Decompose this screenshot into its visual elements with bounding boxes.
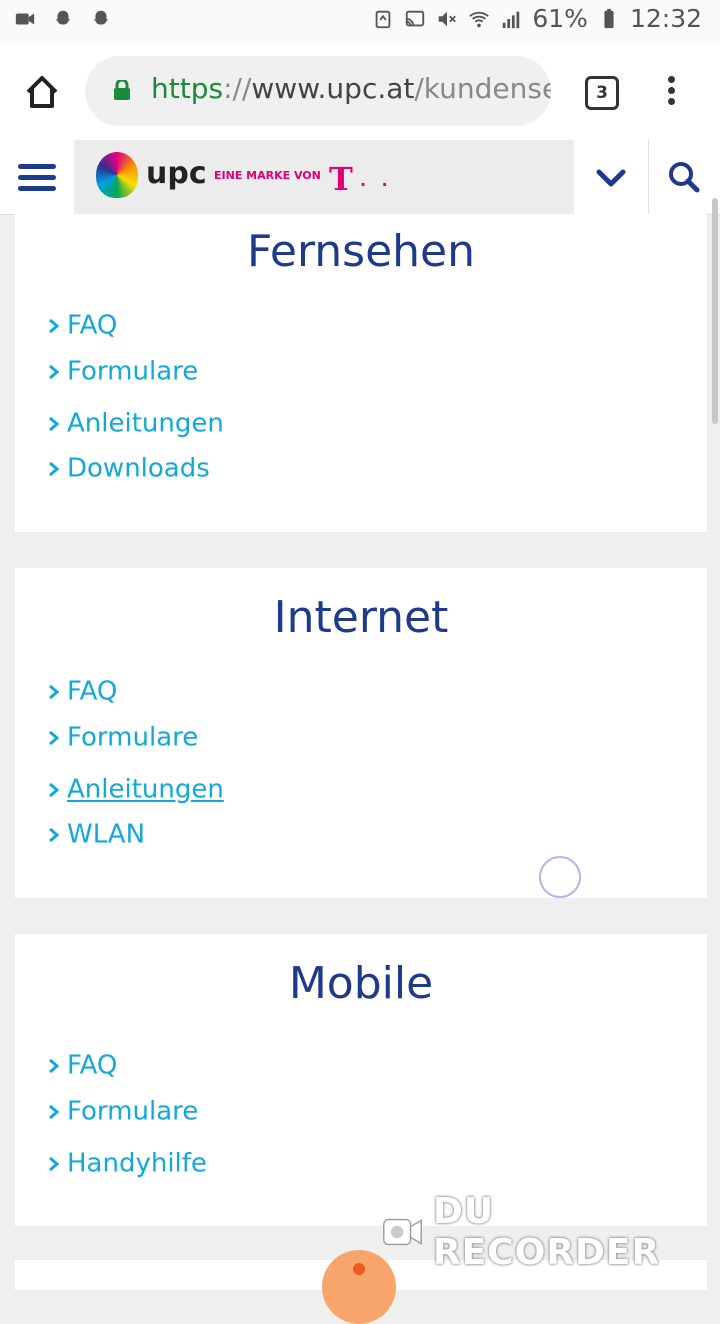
telekom-logo: T: [329, 160, 353, 198]
video-call-icon: [15, 13, 35, 25]
search-icon: [669, 162, 700, 193]
chevron-right-icon: [49, 364, 60, 379]
url-separator: ://: [223, 72, 252, 105]
brand-logo[interactable]: upc EINE MARKE VON T · ·: [74, 140, 574, 214]
link-handyhilfe[interactable]: Handyhilfe: [47, 1148, 207, 1184]
site-header: upc EINE MARKE VON T · ·: [0, 140, 720, 215]
chevron-right-icon: [49, 1104, 60, 1119]
hamburger-menu-icon[interactable]: [0, 140, 74, 214]
status-right: 61% 12:32: [372, 4, 702, 33]
link-anleitungen[interactable]: Anleitungen: [47, 774, 224, 810]
main-content: Fernsehen FAQ Formulare Anleitungen Down…: [0, 214, 720, 1280]
signal-icon: [503, 11, 520, 28]
link-formulare[interactable]: Formulare: [47, 1096, 198, 1132]
section-card-fernsehen: Fernsehen FAQ Formulare Anleitungen Down…: [15, 214, 707, 532]
wifi-icon: [469, 11, 490, 27]
watermark-text: DU RECORDER: [432, 1191, 661, 1273]
link-faq[interactable]: FAQ: [47, 1050, 117, 1086]
link-faq[interactable]: FAQ: [47, 676, 117, 712]
browser-toolbar: https://www.upc.at/kundenser 3: [0, 42, 720, 140]
snapchat-icon: [93, 10, 109, 25]
marke-label: EINE MARKE VON: [214, 169, 321, 182]
tab-switcher-button[interactable]: 3: [585, 76, 619, 110]
url-path: /kundenser: [414, 72, 551, 105]
url-field[interactable]: https://www.upc.at/kundenser: [85, 56, 551, 126]
status-bar: 61% 12:32: [0, 0, 720, 42]
link-faq[interactable]: FAQ: [47, 310, 117, 346]
section-title: Fernsehen: [246, 226, 475, 277]
battery-icon: [604, 8, 614, 28]
chevron-right-icon: [49, 1156, 60, 1171]
page-scrollbar[interactable]: [712, 198, 718, 424]
battery-percent: 61%: [532, 4, 588, 33]
telekom-dots: · ·: [360, 175, 393, 194]
expand-chevron-button[interactable]: [574, 140, 649, 214]
lock-icon: [114, 80, 130, 100]
search-button[interactable]: [648, 140, 720, 214]
touch-ripple-indicator: [539, 856, 581, 898]
upc-logo-ball-icon: [96, 152, 138, 198]
chevron-down-icon: [596, 169, 626, 187]
url-text: https://www.upc.at/kundenser: [151, 72, 551, 105]
mute-icon: [439, 11, 457, 26]
camera-icon: [383, 1218, 422, 1246]
overflow-menu-icon[interactable]: [664, 76, 678, 110]
chevron-right-icon: [49, 318, 60, 333]
recorder-watermark: DU RECORDER: [382, 1191, 702, 1273]
brand-name: upc: [146, 156, 207, 191]
home-icon[interactable]: [22, 72, 62, 112]
chevron-right-icon: [49, 416, 60, 431]
recycle-icon: [376, 10, 391, 28]
link-formulare[interactable]: Formulare: [47, 356, 198, 392]
chevron-right-icon: [49, 684, 60, 699]
recorder-floating-button[interactable]: [322, 1250, 396, 1324]
clock: 12:32: [629, 4, 702, 33]
url-scheme: https: [151, 72, 224, 105]
section-card-internet: Internet FAQ Formulare Anleitungen WLAN: [15, 568, 707, 898]
section-title: Internet: [273, 592, 449, 643]
chevron-right-icon: [49, 461, 60, 476]
section-title: Mobile: [288, 958, 434, 1009]
cast-icon: [406, 10, 425, 26]
snapchat-icon: [55, 10, 71, 25]
url-host: www.upc.at: [251, 72, 415, 105]
chevron-right-icon: [49, 1058, 60, 1073]
chevron-right-icon: [49, 730, 60, 745]
link-wlan[interactable]: WLAN: [47, 819, 145, 855]
status-left-icons: [14, 8, 112, 30]
link-formulare[interactable]: Formulare: [47, 722, 198, 758]
section-card-mobile: Mobile FAQ Formulare Handyhilfe: [15, 934, 707, 1226]
chevron-right-icon: [49, 782, 60, 797]
link-downloads[interactable]: Downloads: [47, 453, 210, 489]
chevron-right-icon: [49, 827, 60, 842]
link-anleitungen[interactable]: Anleitungen: [47, 408, 224, 444]
